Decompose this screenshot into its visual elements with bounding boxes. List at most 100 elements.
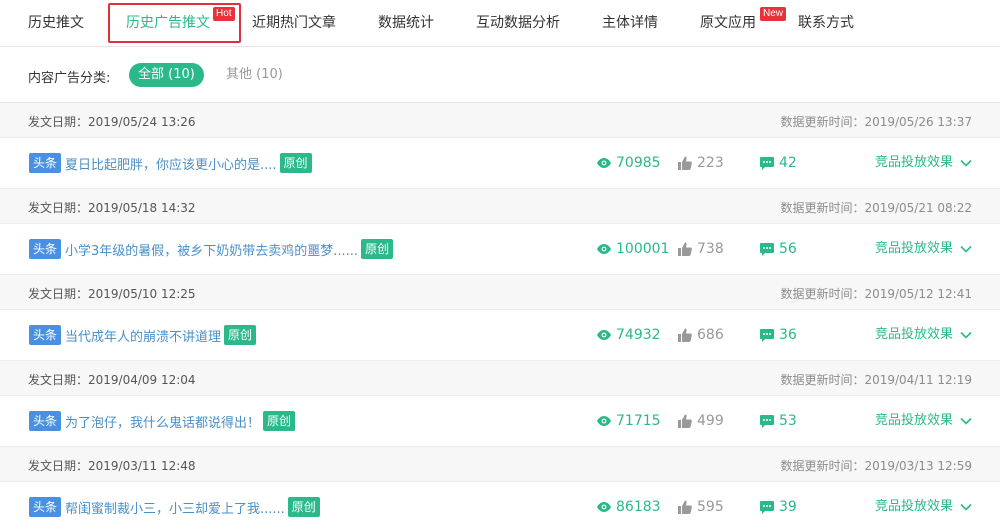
- headline-tag: 头条: [29, 239, 62, 259]
- thumbs-up-icon: [678, 328, 692, 342]
- eye-icon: [597, 244, 611, 254]
- original-tag: 原创: [263, 411, 296, 431]
- original-tag: 原创: [279, 153, 312, 173]
- thumbs-up-icon: [678, 414, 692, 428]
- competitor-effect-label: 竞品投放效果: [874, 413, 953, 428]
- post-date-header: 发文日期：2019/05/24 13:26 数据更新时间：2019/05/26 …: [0, 103, 1000, 138]
- competitor-effect-label: 竞品投放效果: [874, 155, 953, 170]
- post-title-link[interactable]: 小学3年级的暑假，被乡下奶奶带去卖鸡的噩梦......: [65, 240, 358, 259]
- post-date-header: 发文日期：2019/05/18 14:32 数据更新时间：2019/05/21 …: [0, 189, 1000, 224]
- comment-icon: [760, 414, 774, 428]
- read-count-value: 86183: [616, 499, 661, 515]
- read-count-value: 71715: [616, 413, 661, 429]
- headline-tag: 头条: [29, 325, 62, 345]
- post-title-link[interactable]: 为了泡仔，我什么鬼话都说得出！: [65, 412, 260, 431]
- like-count: 223: [678, 154, 724, 172]
- eye-icon: [597, 158, 611, 168]
- comment-count-value: 56: [779, 241, 797, 257]
- post-title-link[interactable]: 当代成年人的崩溃不讲道理: [65, 326, 221, 345]
- original-tag: 原创: [224, 325, 257, 345]
- tab-interaction-analysis[interactable]: 互动数据分析: [476, 0, 560, 46]
- chevron-down-icon: [960, 245, 972, 253]
- comment-count-value: 36: [779, 327, 797, 343]
- post-row: 头条 夏日比起肥胖，你应该更小心的是.... 原创 70985 223 42 竞…: [0, 138, 1000, 189]
- comment-count: 39: [760, 498, 797, 516]
- competitor-effect-toggle[interactable]: 竞品投放效果: [875, 498, 972, 516]
- post-row: 头条 为了泡仔，我什么鬼话都说得出！ 原创 71715 499 53 竞品投放效…: [0, 396, 1000, 447]
- comment-count: 56: [760, 240, 797, 258]
- chevron-down-icon: [960, 159, 972, 167]
- tab-contact[interactable]: 联系方式: [798, 0, 854, 46]
- like-count: 499: [678, 412, 724, 430]
- competitor-effect-toggle[interactable]: 竞品投放效果: [875, 240, 972, 258]
- headline-tag: 头条: [29, 411, 62, 431]
- eye-icon: [597, 330, 611, 340]
- read-count-value: 100001: [616, 241, 670, 257]
- post-row: 头条 小学3年级的暑假，被乡下奶奶带去卖鸡的噩梦...... 原创 100001…: [0, 224, 1000, 275]
- post-title-link[interactable]: 帮闺蜜制裁小三，小三却爱上了我......: [65, 498, 285, 517]
- post-date: 发文日期：2019/04/09 12:04: [28, 373, 196, 387]
- original-tag: 原创: [361, 239, 394, 259]
- post-title-wrap: 小学3年级的暑假，被乡下奶奶带去卖鸡的噩梦...... 原创: [65, 239, 394, 259]
- post-row: 头条 帮闺蜜制裁小三，小三却爱上了我...... 原创 86183 595 39…: [0, 482, 1000, 531]
- post-title-wrap: 为了泡仔，我什么鬼话都说得出！ 原创: [65, 411, 296, 431]
- ad-post-list: 发文日期：2019/05/24 13:26 数据更新时间：2019/05/26 …: [0, 103, 1000, 531]
- competitor-effect-label: 竞品投放效果: [874, 499, 953, 514]
- data-updated-time: 数据更新时间：2019/04/11 12:19: [780, 373, 972, 387]
- post-date: 发文日期：2019/05/10 12:25: [28, 287, 196, 301]
- like-count-value: 223: [697, 155, 724, 171]
- read-count: 100001: [597, 240, 669, 258]
- like-count: 595: [678, 498, 724, 516]
- competitor-effect-toggle[interactable]: 竞品投放效果: [875, 154, 972, 172]
- tab-bar: 历史推文 历史广告推文 Hot 近期热门文章 数据统计 互动数据分析 主体详情 …: [0, 0, 1000, 47]
- comment-icon: [760, 156, 774, 170]
- original-tag: 原创: [287, 497, 320, 517]
- new-badge: New: [760, 7, 787, 21]
- read-count: 74932: [597, 326, 661, 344]
- comment-count: 53: [760, 412, 797, 430]
- thumbs-up-icon: [678, 156, 692, 170]
- like-count: 686: [678, 326, 724, 344]
- competitor-effect-toggle[interactable]: 竞品投放效果: [875, 326, 972, 344]
- comment-count-value: 53: [779, 413, 797, 429]
- read-count: 71715: [597, 412, 661, 430]
- comment-count: 36: [760, 326, 797, 344]
- post-date: 发文日期：2019/03/11 12:48: [28, 459, 196, 473]
- like-count: 738: [678, 240, 724, 258]
- data-updated-time: 数据更新时间：2019/05/26 13:37: [780, 115, 972, 129]
- eye-icon: [597, 416, 611, 426]
- tab-recent-hot-articles[interactable]: 近期热门文章: [252, 0, 336, 46]
- post-date-header: 发文日期：2019/03/11 12:48 数据更新时间：2019/03/13 …: [0, 447, 1000, 482]
- filter-label: 内容广告分类:: [28, 71, 111, 86]
- thumbs-up-icon: [678, 242, 692, 256]
- post-row: 头条 当代成年人的崩溃不讲道理 原创 74932 686 36 竞品投放效果: [0, 310, 1000, 361]
- post-title-wrap: 当代成年人的崩溃不讲道理 原创: [65, 325, 257, 345]
- tab-data-statistics[interactable]: 数据统计: [378, 0, 434, 46]
- post-title-wrap: 帮闺蜜制裁小三，小三却爱上了我...... 原创: [65, 497, 320, 517]
- filter-other-pill[interactable]: 其他 (10): [217, 63, 292, 87]
- headline-tag: 头条: [29, 497, 62, 517]
- category-filter: 内容广告分类: 全部 (10) 其他 (10): [0, 47, 1000, 103]
- post-date: 发文日期：2019/05/18 14:32: [28, 201, 196, 215]
- tab-entity-details[interactable]: 主体详情: [602, 0, 658, 46]
- tab-history-posts[interactable]: 历史推文: [28, 0, 84, 46]
- headline-tag: 头条: [29, 153, 62, 173]
- chevron-down-icon: [960, 503, 972, 511]
- post-date: 发文日期：2019/05/24 13:26: [28, 115, 196, 129]
- comment-count-value: 39: [779, 499, 797, 515]
- post-date-header: 发文日期：2019/04/09 12:04 数据更新时间：2019/04/11 …: [0, 361, 1000, 396]
- post-title-wrap: 夏日比起肥胖，你应该更小心的是.... 原创: [65, 153, 312, 173]
- competitor-effect-label: 竞品投放效果: [874, 241, 953, 256]
- post-date-header: 发文日期：2019/05/10 12:25 数据更新时间：2019/05/12 …: [0, 275, 1000, 310]
- competitor-effect-toggle[interactable]: 竞品投放效果: [875, 412, 972, 430]
- post-title-link[interactable]: 夏日比起肥胖，你应该更小心的是....: [65, 154, 277, 173]
- filter-all-pill[interactable]: 全部 (10): [129, 63, 204, 87]
- like-count-value: 686: [697, 327, 724, 343]
- comment-count: 42: [760, 154, 797, 172]
- read-count: 70985: [597, 154, 661, 172]
- like-count-value: 738: [697, 241, 724, 257]
- read-count: 86183: [597, 498, 661, 516]
- chevron-down-icon: [960, 417, 972, 425]
- like-count-value: 499: [697, 413, 724, 429]
- tab-original-app[interactable]: 原文应用: [700, 0, 756, 46]
